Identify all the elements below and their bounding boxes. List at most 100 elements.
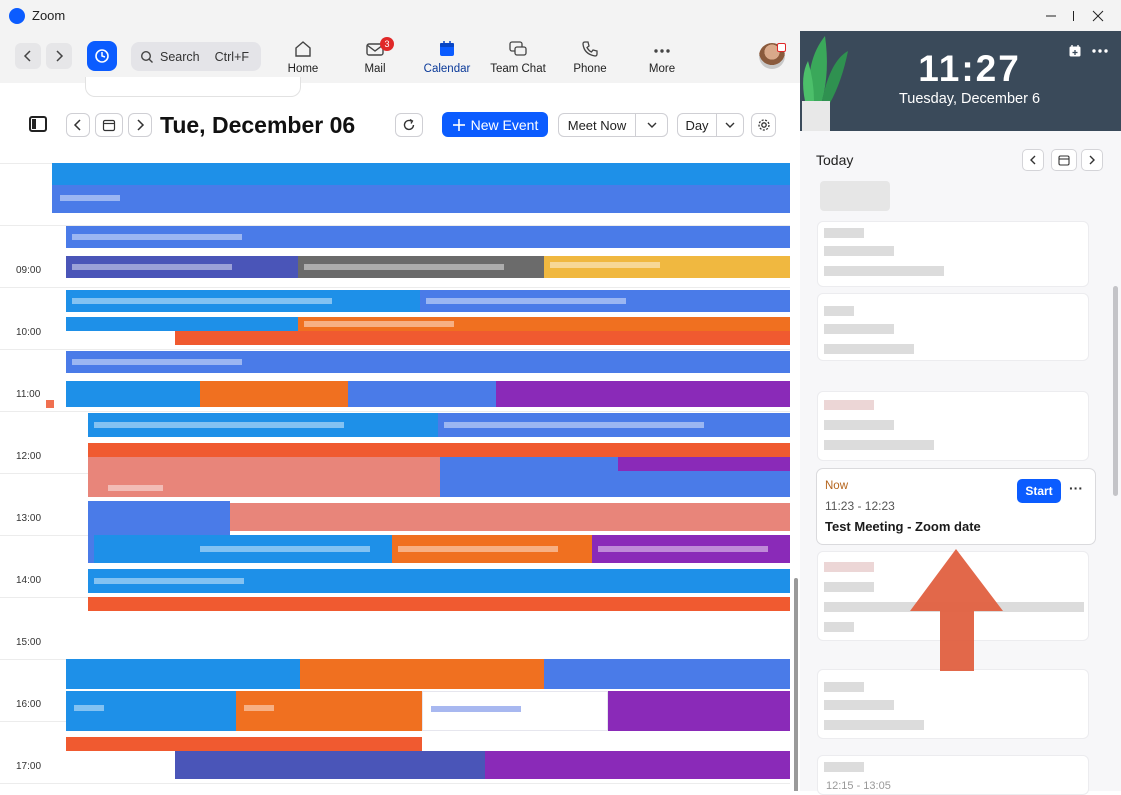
calendar-event[interactable] [94, 535, 194, 563]
now-meeting-time: 11:23 - 12:23 [825, 499, 895, 513]
next-day-button[interactable] [128, 113, 152, 137]
date-picker-button[interactable] [95, 113, 123, 137]
hour-label: 13:00 [16, 513, 42, 524]
panel-scrollbar[interactable] [1113, 286, 1118, 496]
mail-badge: 3 [380, 37, 394, 51]
start-meeting-button[interactable]: Start [1017, 479, 1061, 503]
calendar-event[interactable] [88, 569, 790, 593]
top-toolbar: Search Ctrl+F Home 3 Mail Calendar Team … [0, 31, 800, 83]
new-event-label: New Event [470, 116, 539, 133]
calendar-event[interactable] [300, 659, 544, 689]
title-bar: Zoom [0, 0, 1121, 31]
meet-now-button[interactable]: Meet Now [558, 113, 636, 137]
calendar-event[interactable] [88, 413, 438, 437]
calendar-event[interactable] [420, 290, 790, 312]
nav-calendar-label: Calendar [423, 63, 471, 75]
nav-team-chat[interactable]: Team Chat [483, 37, 553, 75]
calendar-day-grid[interactable]: 09:00 10:00 11:00 12:00 13:00 14:00 15:0… [0, 163, 800, 791]
calendar-event[interactable] [236, 691, 422, 731]
today-label: Today [816, 152, 854, 168]
calendar-event[interactable] [200, 381, 348, 407]
calendar-event[interactable] [66, 256, 298, 278]
date-title: Tue, December 06 [160, 112, 356, 138]
calendar-icon [440, 41, 454, 56]
view-select[interactable]: Day [677, 113, 717, 137]
now-meeting-card[interactable]: Now 11:23 - 12:23 Test Meeting - Zoom da… [816, 468, 1096, 545]
panel-date-picker-button[interactable] [1051, 149, 1077, 171]
calendar-event[interactable] [438, 413, 790, 437]
new-event-button[interactable]: New Event [442, 112, 548, 137]
panel-prev-button[interactable] [1022, 149, 1044, 171]
calendar-event[interactable] [175, 751, 485, 779]
calendar-event[interactable] [544, 659, 790, 689]
calendar-event[interactable] [88, 443, 790, 457]
nav-home[interactable]: Home [268, 37, 338, 75]
meeting-card[interactable]: 12:15 - 13:05 [817, 755, 1089, 795]
refresh-button[interactable] [395, 113, 423, 137]
maximize-icon [1073, 10, 1074, 21]
calendar-event[interactable] [422, 691, 608, 731]
calendar-add-icon[interactable] [1068, 44, 1082, 58]
settings-button[interactable] [751, 113, 776, 137]
calendar-event[interactable] [618, 457, 790, 471]
clock-card: 11:27 Tuesday, December 6 [800, 31, 1121, 131]
nav-phone-label: Phone [573, 63, 607, 75]
calendar-event[interactable] [88, 597, 790, 611]
prev-day-button[interactable] [66, 113, 90, 137]
nav-mail[interactable]: 3 Mail [340, 37, 410, 75]
maximize-button[interactable] [1028, 0, 1074, 31]
back-button[interactable] [15, 43, 41, 69]
calendar-event[interactable] [66, 737, 422, 751]
nav-mail-label: Mail [364, 63, 386, 75]
calendar-event[interactable] [66, 659, 300, 689]
calendar-event[interactable] [608, 691, 790, 731]
hour-label: 16:00 [16, 699, 42, 710]
calendar-event[interactable] [88, 457, 440, 497]
view-dropdown[interactable] [716, 113, 744, 137]
meeting-card[interactable] [817, 669, 1089, 739]
current-time-marker [46, 400, 54, 408]
refresh-icon [403, 118, 415, 131]
calendar-event[interactable] [175, 331, 790, 345]
search-input[interactable]: Search Ctrl+F [131, 42, 261, 71]
panel-next-button[interactable] [1081, 149, 1103, 171]
calendar-event[interactable] [496, 381, 790, 407]
close-button[interactable] [1075, 0, 1121, 31]
hour-label: 11:00 [16, 389, 41, 400]
calendar-event[interactable] [66, 226, 790, 248]
more-icon[interactable] [1092, 48, 1108, 54]
calendar-event[interactable] [66, 317, 298, 331]
calendar-event[interactable] [66, 290, 420, 312]
history-button[interactable] [87, 41, 117, 71]
calendar-event[interactable] [194, 535, 392, 563]
calendar-event[interactable] [592, 535, 790, 563]
history-icon [95, 49, 109, 63]
search-shortcut: Ctrl+F [214, 49, 249, 64]
calendar-event[interactable] [485, 751, 790, 779]
calendar-event[interactable] [52, 163, 790, 185]
search-icon [140, 50, 153, 63]
view-label: Day [685, 117, 709, 133]
calendar-event[interactable] [66, 351, 790, 373]
calendar-event[interactable] [392, 535, 592, 563]
meeting-card[interactable] [817, 221, 1089, 287]
meeting-card[interactable] [817, 293, 1089, 361]
forward-button[interactable] [46, 43, 72, 69]
sidebar-toggle-button[interactable] [29, 116, 47, 132]
nav-calendar[interactable]: Calendar [412, 37, 482, 75]
chevron-right-icon [137, 119, 145, 131]
meeting-card[interactable] [817, 391, 1089, 461]
calendar-scrollbar[interactable] [794, 578, 798, 791]
meet-now-dropdown[interactable] [635, 113, 668, 137]
calendar-event[interactable] [66, 691, 236, 731]
calendar-event[interactable] [230, 503, 790, 531]
calendar-event[interactable] [348, 381, 496, 407]
calendar-event[interactable] [544, 256, 790, 278]
calendar-event[interactable] [298, 317, 790, 331]
close-icon [1092, 10, 1104, 21]
calendar-event[interactable] [66, 381, 200, 407]
nav-phone[interactable]: Phone [555, 37, 625, 75]
calendar-event[interactable] [298, 256, 544, 278]
nav-more[interactable]: More [627, 37, 697, 75]
meeting-more-button[interactable]: ··· [1069, 480, 1083, 496]
